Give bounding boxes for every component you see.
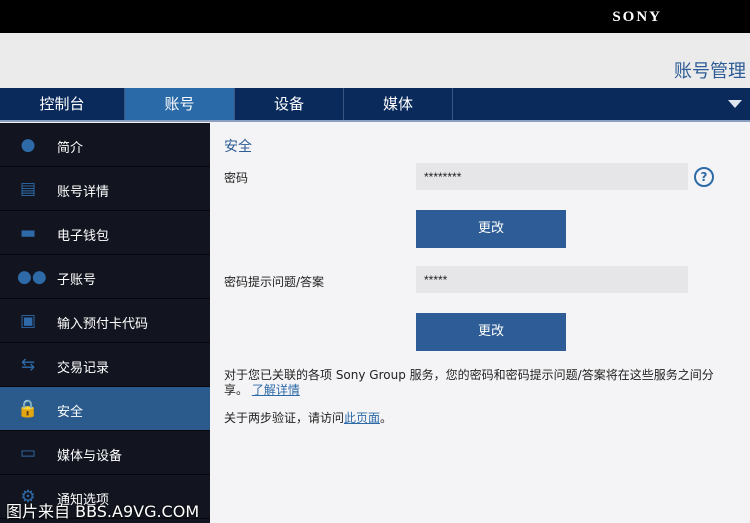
sidebar-item-prepaid-code[interactable]: ▣ 输入预付卡代码	[0, 299, 210, 343]
page-title: 账号管理	[674, 61, 746, 82]
sidebar-item-label: 交易记录	[57, 361, 110, 376]
tab-media[interactable]: 媒体	[344, 88, 453, 120]
change-password-button[interactable]: 更改	[416, 210, 566, 248]
sidebar-item-sub-accounts[interactable]: ●● 子账号	[0, 255, 210, 299]
hint-field[interactable]	[416, 266, 688, 293]
watermark: 图片来自 BBS.A9VG.COM	[6, 502, 200, 521]
transfer-icon: ⇆	[20, 355, 36, 375]
tab-dashboard[interactable]: 控制台	[0, 88, 125, 120]
tab-account[interactable]: 账号	[125, 88, 235, 120]
hint-label: 密码提示问题/答案	[224, 275, 325, 289]
sidebar-item-wallet[interactable]: ▬ 电子钱包	[0, 211, 210, 255]
password-field[interactable]	[416, 163, 688, 190]
sidebar-item-transactions[interactable]: ⇆ 交易记录	[0, 343, 210, 387]
document-icon: ▤	[19, 179, 37, 199]
sidebar-item-label: 子账号	[57, 273, 97, 288]
sidebar-item-label: 输入预付卡代码	[57, 317, 149, 332]
two-step-text: 关于两步验证，请访问此页面。	[224, 411, 734, 426]
chevron-down-icon[interactable]	[728, 100, 742, 108]
help-icon[interactable]: ?	[694, 167, 714, 187]
security-panel: 安全 密码 ? 更改 密码提示问题/答案 更改 对于您已关联的各项 Sony G…	[210, 123, 750, 523]
sidebar-item-account-details[interactable]: ▤ 账号详情	[0, 167, 210, 211]
change-hint-button[interactable]: 更改	[416, 313, 566, 351]
info-text: 对于您已关联的各项 Sony Group 服务，您的密码和密码提示问题/答案将在…	[224, 368, 734, 398]
two-step-body: 关于两步验证，请访问	[224, 411, 345, 425]
sidebar-item-profile[interactable]: ● 简介	[0, 123, 210, 167]
person-icon: ●	[20, 135, 36, 155]
gift-icon: ▣	[19, 311, 37, 331]
sidebar-item-label: 账号详情	[57, 185, 110, 200]
two-step-link[interactable]: 此页面	[344, 411, 380, 425]
sidebar-item-label: 电子钱包	[57, 229, 110, 244]
password-label: 密码	[224, 171, 249, 185]
learn-more-link[interactable]: 了解详情	[252, 383, 300, 397]
sidebar-item-label: 安全	[57, 405, 84, 420]
media-icon: ▭	[19, 443, 37, 463]
sidebar-item-label: 媒体与设备	[57, 449, 123, 464]
sidebar: ● 简介 ▤ 账号详情 ▬ 电子钱包 ●● 子账号 ▣ 输入预付卡代码 ⇆ 交易记录 🔒 安全…	[0, 123, 210, 523]
sidebar-item-label: 简介	[57, 141, 84, 156]
section-heading: 安全	[224, 139, 252, 155]
lock-icon: 🔒	[17, 399, 39, 419]
top-bar: SONY	[0, 0, 750, 33]
users-icon: ●●	[17, 267, 47, 287]
sony-logo: SONY	[612, 9, 662, 25]
tab-bar: 控制台 账号 设备 媒体	[0, 88, 750, 122]
sidebar-item-security[interactable]: 🔒 安全	[0, 387, 210, 431]
tab-devices[interactable]: 设备	[235, 88, 344, 120]
two-step-end: 。	[380, 411, 393, 425]
wallet-icon: ▬	[19, 223, 37, 243]
sidebar-item-media-devices[interactable]: ▭ 媒体与设备	[0, 431, 210, 475]
header-band: 账号管理	[0, 33, 750, 88]
